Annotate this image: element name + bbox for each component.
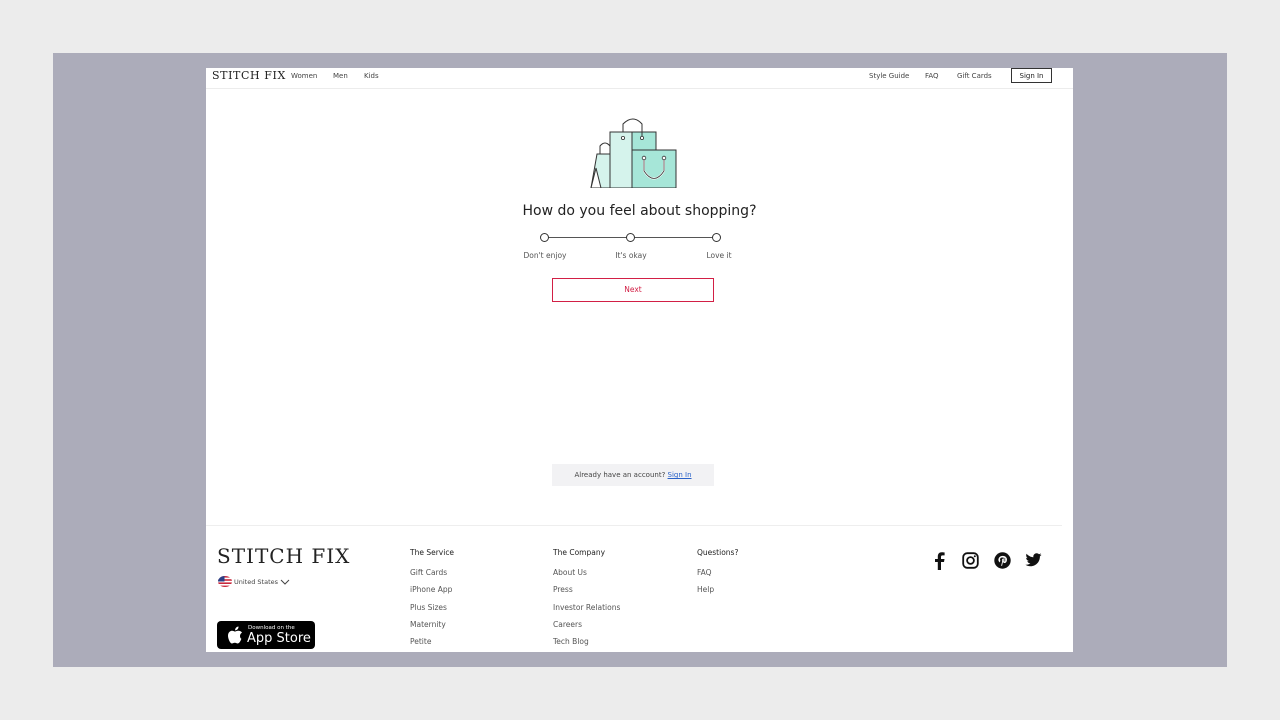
facebook-icon[interactable] — [933, 552, 945, 570]
footer-link[interactable]: Gift Cards — [410, 568, 454, 585]
footer-link[interactable]: Investor Relations — [553, 603, 620, 620]
footer-heading: Questions? — [697, 548, 739, 557]
footer-link[interactable]: Petite — [410, 637, 454, 652]
twitter-icon[interactable] — [1025, 553, 1042, 567]
header-logo[interactable]: STITCH FIX — [212, 69, 286, 82]
instagram-icon[interactable] — [962, 552, 979, 569]
nav-kids[interactable]: Kids — [364, 72, 379, 80]
top-nav: STITCH FIX Women Men Kids Style Guide FA… — [206, 68, 1073, 89]
footer-link[interactable]: iPhone App — [410, 585, 454, 602]
next-button[interactable]: Next — [552, 278, 714, 302]
footer-divider — [206, 525, 1062, 526]
slider-option-its-okay[interactable] — [626, 233, 635, 242]
footer-link[interactable]: Tech Blog — [553, 637, 620, 652]
nav-faq[interactable]: FAQ — [925, 72, 939, 80]
us-flag-icon — [218, 576, 232, 587]
apple-icon — [228, 626, 242, 644]
already-have-account-box: Already have an account? Sign In — [552, 464, 714, 486]
already-have-account-text: Already have an account? — [574, 471, 666, 479]
footer-link[interactable]: Careers — [553, 620, 620, 637]
footer-column-questions: Questions? FAQ Help — [697, 548, 738, 603]
footer-link[interactable]: About Us — [553, 568, 620, 585]
slider-option-love-it[interactable] — [712, 233, 721, 242]
pinterest-icon[interactable] — [994, 552, 1011, 569]
footer-column-company: The Company About Us Press Investor Rela… — [553, 548, 620, 652]
feeling-slider[interactable] — [540, 233, 721, 243]
page: STITCH FIX Women Men Kids Style Guide FA… — [206, 68, 1073, 652]
slider-label-dont-enjoy: Don't enjoy — [523, 251, 567, 260]
nav-gift-cards[interactable]: Gift Cards — [957, 72, 992, 80]
slider-option-dont-enjoy[interactable] — [540, 233, 549, 242]
footer-link[interactable]: Help — [697, 585, 738, 602]
app-store-button[interactable]: Download on the App Store — [217, 621, 315, 649]
question-heading: How do you feel about shopping? — [522, 203, 757, 219]
footer-heading: The Service — [410, 548, 455, 557]
footer-link[interactable]: Plus Sizes — [410, 603, 454, 620]
footer-link[interactable]: FAQ — [697, 568, 738, 585]
footer-link[interactable]: Press — [553, 585, 620, 602]
slider-label-love-it: Love it — [706, 251, 732, 260]
sign-in-button[interactable]: Sign In — [1011, 68, 1052, 83]
shopping-bags-icon — [590, 118, 677, 188]
country-label: United States — [234, 577, 279, 586]
slider-label-its-okay: It's okay — [615, 251, 647, 260]
footer-heading: The Company — [553, 548, 606, 557]
nav-men[interactable]: Men — [333, 72, 348, 80]
nav-style-guide[interactable]: Style Guide — [869, 72, 909, 80]
sign-in-link[interactable]: Sign In — [668, 471, 692, 479]
footer-link[interactable]: Maternity — [410, 620, 454, 637]
footer-logo[interactable]: STITCH FIX — [217, 544, 350, 568]
nav-women[interactable]: Women — [291, 72, 317, 80]
footer-column-service: The Service Gift Cards iPhone App Plus S… — [410, 548, 454, 652]
country-selector[interactable]: United States — [218, 576, 290, 587]
chevron-down-icon — [280, 579, 290, 585]
app-store-big-text: App Store — [247, 631, 311, 646]
